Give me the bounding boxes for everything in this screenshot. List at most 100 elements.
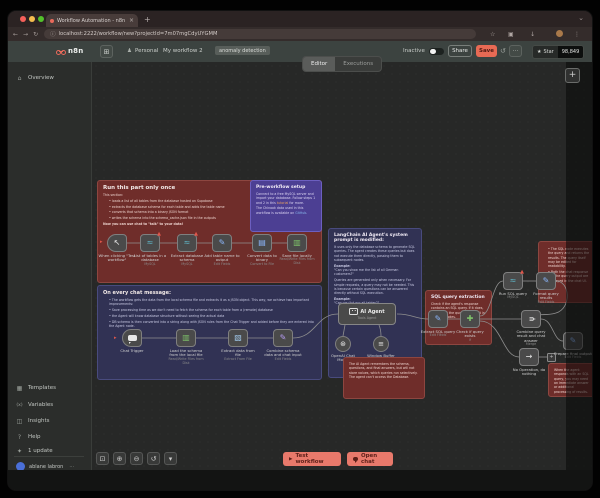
user-menu-icon[interactable]: ⋯ (69, 464, 74, 470)
github-star-label: Star (543, 49, 553, 55)
templates-icon: ▦ (16, 385, 23, 392)
node-extract-database-schema[interactable]: ≈▲ (177, 234, 197, 252)
node-label: List of tables in a databaseMySQL (131, 254, 169, 267)
reload-icon[interactable]: ↻ (33, 31, 38, 38)
node-when-clicking-test-workflow[interactable]: ↖ (107, 234, 127, 252)
active-status-label: Inactive (403, 48, 425, 54)
save-button[interactable]: Save (476, 45, 497, 57)
sidebar-label: Insights (28, 418, 50, 424)
test-workflow-button[interactable]: ▶ Test workflow (283, 452, 341, 466)
node-label: Convert data to binaryConvert to File (243, 254, 281, 267)
node-label: Combine query result and chat answerMerg… (512, 330, 550, 347)
maximize-window-button[interactable] (38, 16, 44, 22)
new-tab-button[interactable]: + (144, 15, 151, 25)
sidebar-divider (14, 456, 84, 457)
browser-menu-icon[interactable]: ⋮ (574, 31, 580, 38)
more-menu-button[interactable]: ⋯ (509, 45, 522, 57)
downloads-icon[interactable]: ↓ (530, 31, 535, 38)
node-label: AI Agent (360, 309, 384, 315)
add-node-button[interactable]: + (565, 68, 580, 83)
node-openai-chat-model[interactable]: ⊛ (335, 336, 351, 352)
star-icon: ★ (537, 49, 541, 55)
node-ai-agent[interactable]: AI Agent Tools Agent (338, 303, 396, 325)
history-icon[interactable]: ↺ (500, 47, 506, 55)
sidebar-label: Templates (28, 385, 56, 391)
browser-profile-avatar[interactable] (556, 30, 563, 37)
zoom-in-button[interactable]: ⊕ (113, 452, 126, 465)
node-label: Extract database schemaMySQL (168, 254, 206, 267)
trigger-pin-icon: ▸ (114, 335, 117, 341)
memory-icon: ≡ (378, 340, 384, 348)
sidebar-item-help[interactable]: ? Help (16, 431, 41, 443)
tab-executions[interactable]: Executions (335, 57, 381, 71)
pencil-icon: ✎ (280, 334, 287, 342)
if-icon: ✚ (467, 315, 474, 323)
sidebar-item-insights[interactable]: ◫ Insights (16, 415, 50, 427)
bookmark-star-icon[interactable]: ☆ (490, 31, 495, 38)
sticky-agent-note[interactable]: The AI Agent remembers the schema, quest… (343, 357, 425, 399)
fit-view-button[interactable]: ⊡ (96, 452, 109, 465)
warning-icon: ▲ (194, 232, 198, 237)
n8n-logo: n8n (56, 47, 83, 55)
sidebar-item-overview[interactable]: ⌂ Overview (16, 72, 54, 84)
button-label: Test workflow (295, 453, 335, 465)
node-window-buffer-memory[interactable]: ≡ (373, 336, 389, 352)
zoom-out-button[interactable]: ⊖ (130, 452, 143, 465)
sidebar-item-variables[interactable]: (x) Variables (16, 399, 53, 411)
mysql-icon: ≈ (184, 239, 191, 247)
node-check-query-exists[interactable]: ✚ (460, 310, 480, 328)
play-icon: ▶ (289, 457, 292, 462)
open-chat-button[interactable]: Open chat (347, 452, 393, 466)
forward-icon[interactable]: → (23, 31, 28, 38)
tab-overview-icon[interactable]: ⌄ (578, 14, 584, 22)
browser-tab[interactable]: Workflow Automation - n8n × (46, 14, 138, 27)
node-run-sql-query[interactable]: ≈▲ (503, 272, 523, 290)
node-convert-to-binary[interactable]: ▤ (252, 234, 272, 252)
github-star-widget[interactable]: ★Star 98,849 (532, 45, 584, 59)
node-label: Extract data from fileExtract From File (219, 349, 257, 362)
minimize-window-button[interactable] (29, 16, 35, 22)
browser-urlbar: ← → ↻ ⓘ localhost:2222/workflow/new?proj… (8, 27, 592, 41)
node-extract-data-from-file[interactable]: ▧ (228, 329, 248, 347)
mysql-icon: ≈ (147, 239, 154, 247)
tidy-up-button[interactable]: ▾ (164, 452, 177, 465)
help-icon: ? (16, 434, 23, 441)
node-label: Combine schema data and chat inputEdit F… (264, 349, 302, 362)
chat-bubble-icon (353, 457, 358, 462)
back-icon[interactable]: ← (13, 31, 18, 38)
site-info-icon[interactable]: ⓘ (50, 30, 56, 38)
breadcrumb-project[interactable]: Personal (135, 48, 158, 54)
address-bar[interactable]: ⓘ localhost:2222/workflow/new?projectId=… (44, 29, 476, 39)
tab-editor[interactable]: Editor (303, 57, 335, 71)
close-window-button[interactable] (20, 16, 26, 22)
node-load-schema[interactable]: ▥ (176, 329, 196, 347)
extensions-icon[interactable]: ▣ (508, 31, 514, 38)
breadcrumb-workflow-name[interactable]: My workflow 2 (163, 48, 203, 54)
node-label: No Operation, do nothing (510, 368, 548, 377)
robot-icon (349, 308, 358, 315)
overview-panel-button[interactable]: ⊞ (100, 45, 113, 58)
canvas-edge-shade (566, 62, 592, 470)
node-no-operation[interactable]: → (519, 348, 539, 366)
node-save-file-locally[interactable]: ▥ (287, 234, 307, 252)
node-extract-sql-query[interactable]: ✎ (428, 310, 448, 328)
close-tab-icon[interactable]: × (129, 17, 134, 24)
node-chat-trigger[interactable] (122, 329, 142, 347)
file-icon: ▤ (258, 239, 266, 247)
sidebar: ⌂ Overview ▦ Templates (x) Variables ◫ I… (8, 62, 92, 470)
workflow-tag-badge[interactable]: anomaly detection (215, 46, 270, 55)
active-toggle[interactable] (429, 48, 444, 56)
reset-zoom-button[interactable]: ↺ (147, 452, 160, 465)
share-button[interactable]: Share (448, 45, 472, 57)
node-list-of-tables[interactable]: ≈▲ (140, 234, 160, 252)
browser-tabstrip: Workflow Automation - n8n × + ⌄ (8, 11, 592, 27)
workflow-canvas[interactable]: Editor Executions + Run this part only o… (92, 62, 592, 470)
node-label: Check if query existsIf (451, 330, 489, 343)
gift-icon: ✦ (16, 448, 23, 455)
node-format-query-results[interactable]: ✎ (536, 272, 556, 290)
node-combine-query-result[interactable]: ⋔ (521, 310, 541, 328)
n8n-logo-text: n8n (68, 47, 83, 55)
node-add-table-name[interactable]: ✎ (212, 234, 232, 252)
sidebar-item-templates[interactable]: ▦ Templates (16, 382, 56, 394)
node-combine-schema-chat-input[interactable]: ✎ (273, 329, 293, 347)
